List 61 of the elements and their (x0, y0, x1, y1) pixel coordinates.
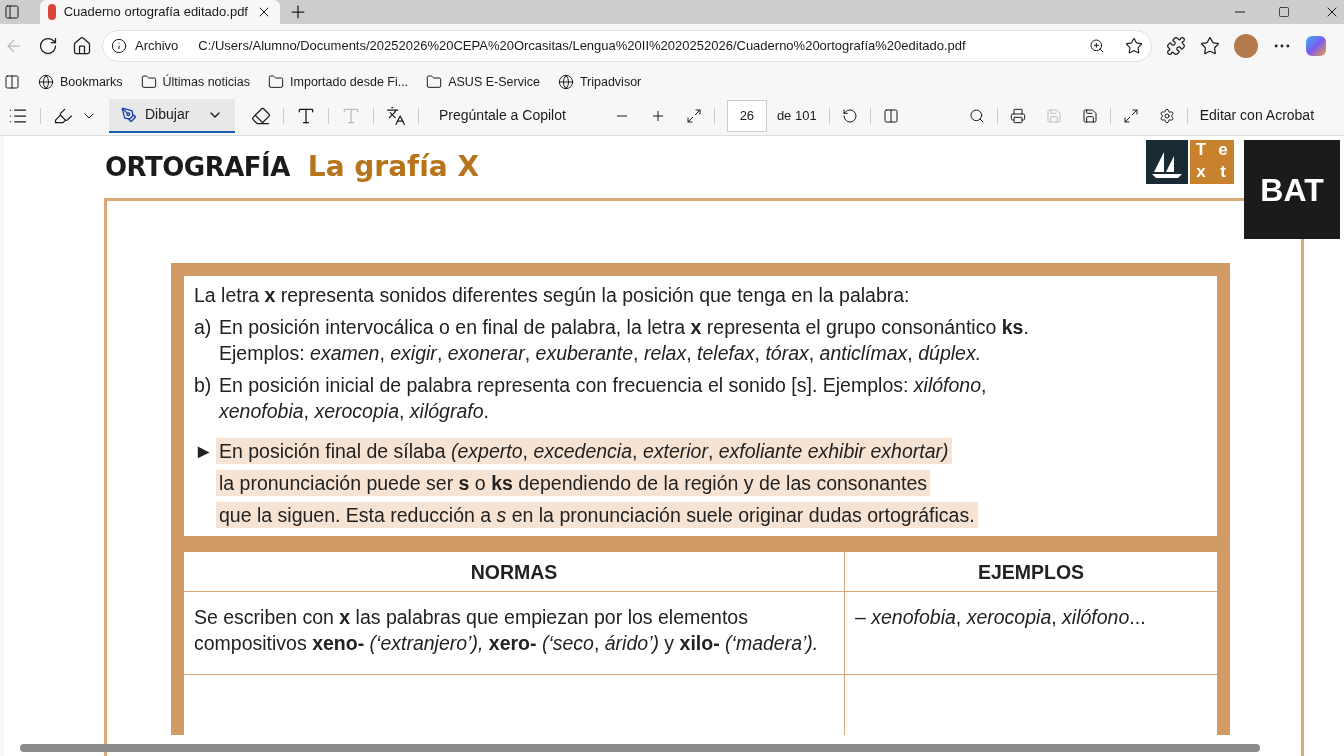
folder-icon (268, 74, 285, 90)
page-number-field[interactable]: 26 (726, 99, 767, 132)
bookmark[interactable]: ASUS E-Service (426, 72, 540, 92)
rule-text: En posición inicial de palabra representa con frecuencia el sonido [s]. Ejemplos: xilófono, (219, 373, 987, 398)
list-marker: a) (194, 315, 213, 340)
page-heading: ORTOGRAFÍA (105, 150, 290, 184)
bookmark[interactable]: Importado desde Fi... (268, 72, 409, 92)
favorites-icon[interactable] (1200, 36, 1220, 56)
rule-examples: Ejemplos: examen, exigir, exonerar, exuberante, relax, telefax, tórax, anticlímax, dúplex. (219, 341, 983, 366)
column-header: NORMAS (184, 552, 845, 592)
folder-icon (140, 74, 157, 90)
avatar[interactable] (1234, 34, 1258, 58)
settings-icon[interactable] (1158, 107, 1175, 124)
info-icon[interactable] (111, 38, 127, 54)
browser-tab[interactable]: Cuaderno ortografía editado.pdf (40, 0, 280, 24)
bat-label: BAT (1244, 140, 1340, 239)
folder-icon (426, 74, 443, 90)
sailboat-logo-icon (1146, 140, 1188, 184)
intro-text: La letra x representa sonidos diferentes según la posición que tenga en la palabra: (194, 284, 910, 306)
edit-acrobat-button[interactable]: Editar con Acrobat (1199, 105, 1315, 126)
search-icon[interactable] (968, 107, 985, 124)
copilot-logo-icon[interactable] (1306, 36, 1326, 56)
table-cell: – xenofobia, xerocopia, xilófono... (855, 606, 1146, 628)
eraser-icon[interactable] (251, 105, 271, 126)
bookmark[interactable]: Bookmarks (38, 72, 123, 92)
pen-icon (121, 106, 137, 123)
translate-icon[interactable] (386, 105, 406, 126)
tab-actions-icon[interactable] (4, 4, 20, 20)
url-text: C:/Users/Alumno/Documents/20252026%20CEPA%20Orcasitas/Lengua%20II%2020252026/Cuaderno%20ortografía%20editado.pdf (198, 37, 967, 56)
tab-title: Cuaderno ortografía editado.pdf (63, 3, 248, 22)
home-icon[interactable] (72, 36, 92, 56)
table-cell: Se escriben con x las palabras que empiezan por los elementos compositivos xeno- (‘extranjero’), xero- (‘seco, árido’) y xilo- (‘madera’). (194, 606, 819, 654)
highlighted-text: En posición final de sílaba (experto, excedencia, exterior, exfoliante exhibir exhortar) (216, 438, 952, 464)
restore-icon[interactable] (1278, 6, 1290, 18)
favorite-star-icon[interactable] (1125, 37, 1143, 55)
zoom-icon[interactable] (1089, 38, 1105, 54)
site-label: Archivo (135, 37, 179, 56)
bookmark[interactable]: Tripadvisor (557, 72, 642, 92)
print-icon[interactable] (1009, 107, 1026, 124)
triangle-bullet: ► (194, 439, 215, 464)
rotate-icon[interactable] (841, 107, 858, 124)
page-view-icon[interactable] (882, 107, 899, 124)
page-subheading: La grafía X (307, 149, 480, 185)
horizontal-scrollbar[interactable] (20, 744, 1260, 752)
save-as-icon[interactable] (1081, 107, 1098, 124)
globe-icon (557, 74, 574, 90)
list-marker: b) (194, 373, 213, 398)
globe-icon (38, 74, 54, 90)
reload-icon[interactable] (38, 36, 58, 56)
highlighted-text: que la siguen. Esta reducción a s en la pronunciación suele originar dudas ortográficas. (216, 502, 978, 528)
address-bar[interactable]: Archivo C:/Users/Alumno/Documents/20252026%20CEPA%20Orcasitas/Lengua%20II%2020252026/Cuaderno%20ortografía%20editado.pdf (102, 30, 1152, 62)
column-header: EJEMPLOS (845, 552, 1217, 592)
rule-text: En posición intervocálica o en final de palabra, la letra x representa el grupo consonántico ks. (219, 315, 1029, 340)
fullscreen-icon[interactable] (1122, 107, 1139, 124)
extensions-icon[interactable] (1166, 36, 1186, 56)
text-logo: T e x t (1190, 140, 1234, 184)
page-count: de 101 (776, 106, 817, 125)
rule-examples: xenofobia, xerocopia, xilógrafo. (219, 399, 490, 424)
copilot-button[interactable]: Pregúntale a Copilot (431, 105, 574, 126)
bookmark[interactable]: Últimas noticias (140, 72, 251, 92)
draw-button[interactable]: Dibujar (109, 98, 235, 133)
